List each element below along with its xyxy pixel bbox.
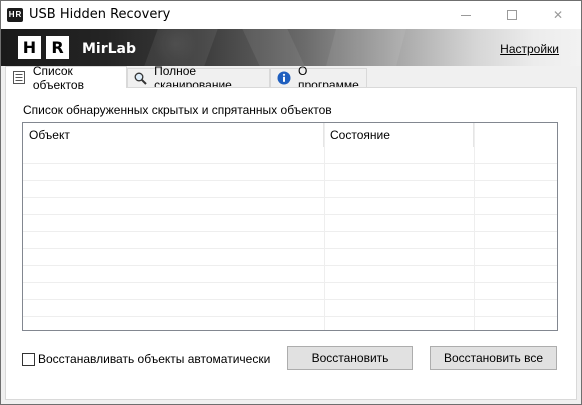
window-title: USB Hidden Recovery xyxy=(29,7,171,22)
settings-link[interactable]: Настройки xyxy=(500,42,559,56)
close-button[interactable]: ✕ xyxy=(535,1,581,29)
objects-list-view[interactable]: Объект Состояние xyxy=(22,122,558,331)
column-divider xyxy=(324,123,325,330)
brand-name: MirLab xyxy=(82,41,137,57)
list-icon xyxy=(12,71,26,85)
title-bar[interactable]: H R USB Hidden Recovery ✕ xyxy=(1,1,581,29)
restore-all-button[interactable]: Восстановить все xyxy=(430,346,557,370)
logo-letter-h: H xyxy=(18,36,41,59)
auto-restore-option[interactable]: Восстанавливать объекты автоматически xyxy=(22,352,270,366)
maximize-icon xyxy=(507,10,517,20)
banner-decoration xyxy=(242,29,305,66)
header-banner: H R MirLab Настройки xyxy=(1,29,581,66)
tab-full-scan[interactable]: Полное сканирование xyxy=(127,64,270,92)
minimize-button[interactable] xyxy=(443,1,489,29)
app-window: H R USB Hidden Recovery ✕ H R MirLab Нас… xyxy=(0,0,582,405)
auto-restore-checkbox[interactable] xyxy=(22,352,35,366)
info-icon xyxy=(277,71,291,85)
app-logo-icon: H R xyxy=(7,8,23,22)
maximize-button[interactable] xyxy=(489,1,535,29)
list-body[interactable] xyxy=(23,147,557,330)
auto-restore-label: Восстанавливать объекты автоматически xyxy=(38,352,271,366)
banner-decoration xyxy=(326,29,406,66)
restore-button[interactable]: Восстановить xyxy=(287,346,413,370)
minimize-icon xyxy=(461,14,471,16)
tab-label: Список объектов xyxy=(32,63,84,92)
tab-about[interactable]: О программе xyxy=(270,64,367,92)
column-header-blank[interactable] xyxy=(474,123,557,147)
magnifier-icon xyxy=(134,71,147,85)
app-icon-letter-r: R xyxy=(15,10,22,19)
tab-strip: Список объектов Полное сканирование О пр… xyxy=(1,64,581,92)
banner-decoration xyxy=(144,29,218,66)
tab-object-list[interactable]: Список объектов xyxy=(5,64,127,92)
logo-letter-r: R xyxy=(46,36,69,59)
list-header: Объект Состояние xyxy=(23,123,557,147)
close-icon: ✕ xyxy=(552,8,564,22)
column-divider xyxy=(474,123,475,330)
column-header-state[interactable]: Состояние xyxy=(324,123,474,147)
column-header-object[interactable]: Объект xyxy=(23,123,324,147)
section-label: Список обнаруженных скрытых и спрятанных… xyxy=(23,103,332,117)
app-icon-letter-h: H xyxy=(8,10,15,19)
